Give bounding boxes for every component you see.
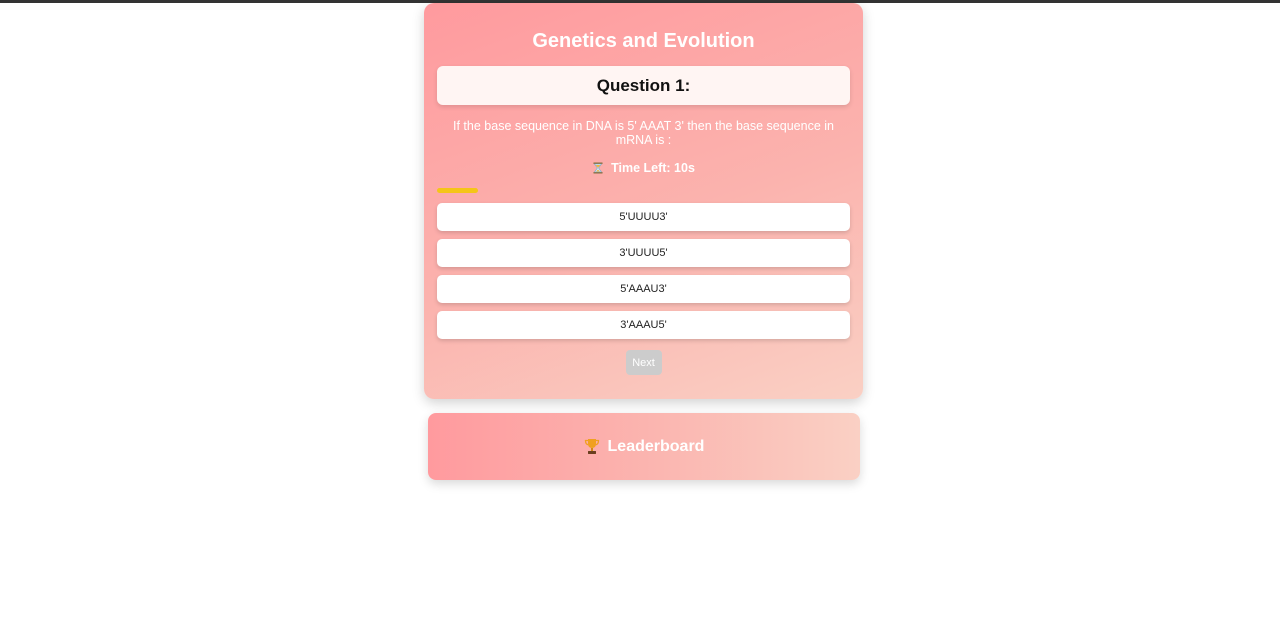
- answer-option[interactable]: 5'UUUU3': [437, 203, 850, 231]
- leaderboard-label: Leaderboard: [607, 437, 705, 455]
- trophy-icon: [584, 438, 600, 455]
- question-number-box: Question 1:: [437, 66, 850, 105]
- answer-option[interactable]: 3'UUUU5': [437, 239, 850, 267]
- question-text: If the base sequence in DNA is 5' AAAT 3…: [453, 119, 834, 147]
- question-number-label: Question 1:: [596, 75, 691, 95]
- next-button[interactable]: Next: [625, 350, 662, 375]
- time-progress-bar: [437, 188, 850, 193]
- answer-option[interactable]: 3'AAAU5': [437, 311, 850, 339]
- timer-text: Time Left: 10s: [611, 161, 695, 175]
- answer-option[interactable]: 5'AAAU3': [437, 275, 850, 303]
- answer-options: 5'UUUU3' 3'UUUU5' 5'AAAU3' 3'AAAU5': [437, 203, 850, 339]
- time-progress-fill: [437, 188, 479, 193]
- hourglass-icon: [592, 162, 604, 174]
- quiz-title: Genetics and Evolution: [532, 30, 755, 52]
- timer: Time Left: 10s: [437, 161, 850, 175]
- quiz-card: Genetics and Evolution Question 1: If th…: [424, 3, 863, 399]
- leaderboard-button[interactable]: Leaderboard: [428, 413, 860, 480]
